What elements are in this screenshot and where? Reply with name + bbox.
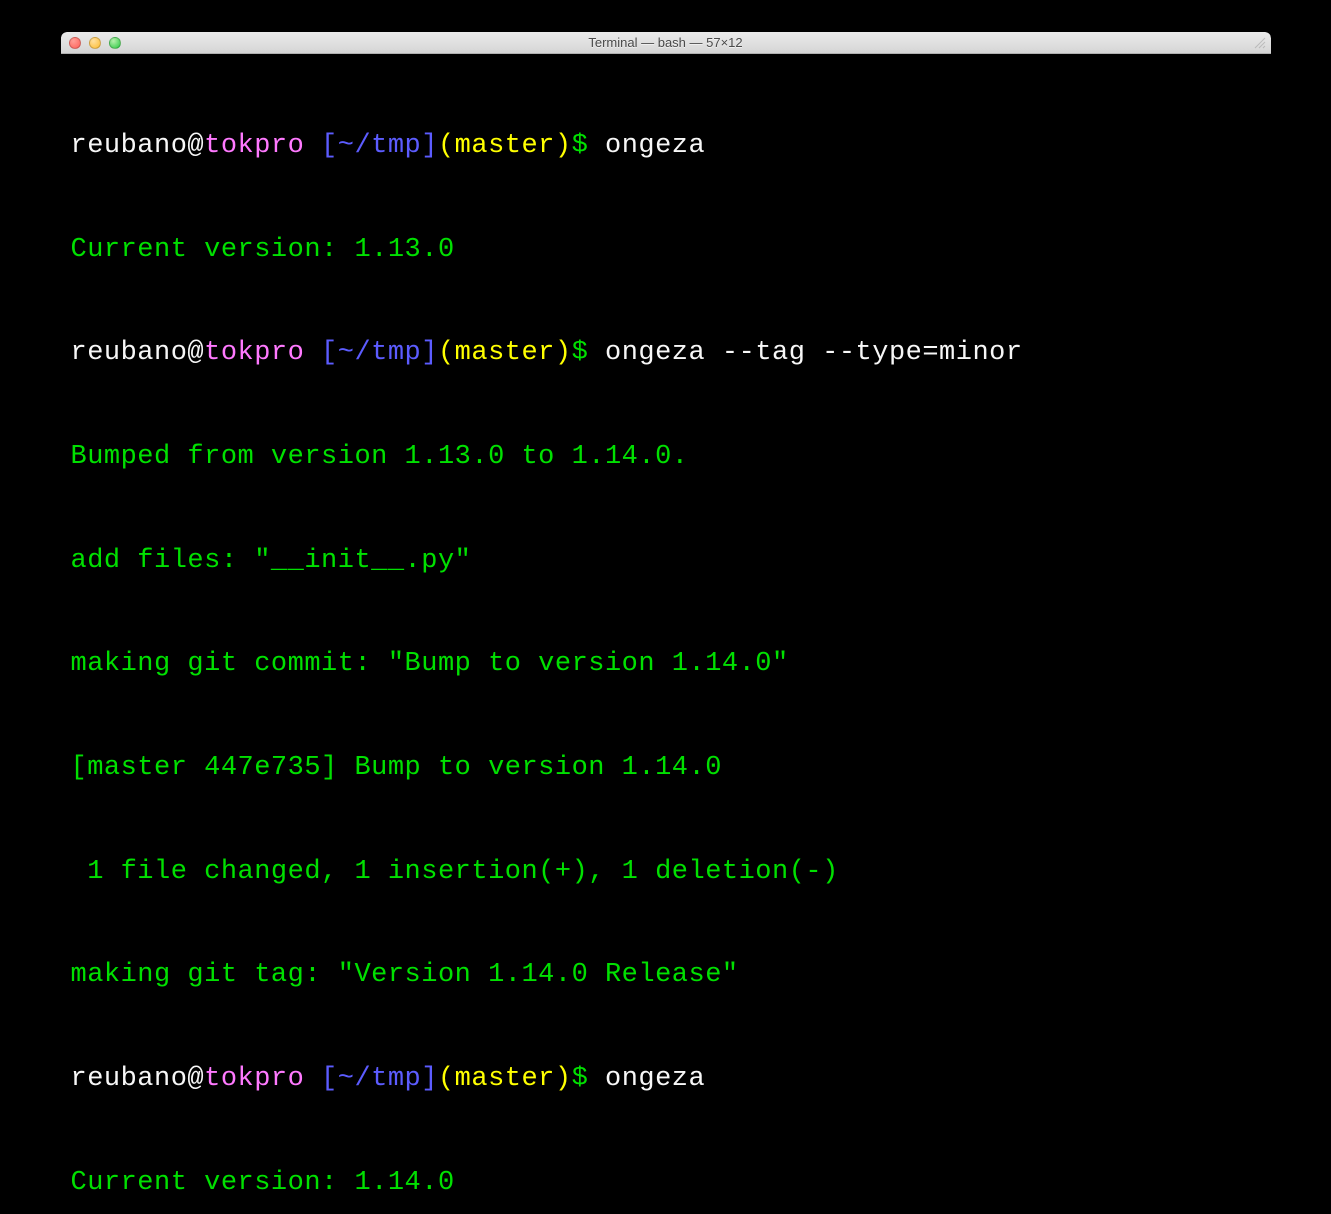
prompt-branch-open: ( [438,131,455,161]
prompt-line: reubano@tokpro [~/tmp](master)$ ongeza [71,1062,1261,1097]
prompt-path: ~/tmp [338,338,422,368]
minimize-icon[interactable] [89,37,101,49]
prompt-path-open: [ [304,131,337,161]
command-text: ongeza [605,131,705,161]
prompt-branch-open: ( [438,1064,455,1094]
titlebar[interactable]: Terminal — bash — 57×12 [61,32,1271,54]
window-title: Terminal — bash — 57×12 [61,35,1271,50]
command-text: ongeza --tag --type=minor [605,338,1023,368]
prompt-host: tokpro [204,131,304,161]
prompt-path-close: ] [421,338,438,368]
output-line: Bumped from version 1.13.0 to 1.14.0. [71,440,1261,475]
prompt-branch: master [455,1064,555,1094]
prompt-branch: master [455,338,555,368]
resize-icon[interactable] [1253,36,1267,50]
prompt-dollar: $ [572,1064,605,1094]
output-line: Current version: 1.14.0 [71,1166,1261,1201]
prompt-host: tokpro [204,338,304,368]
terminal-window: Terminal — bash — 57×12 reubano@tokpro [… [61,32,1271,1214]
prompt-branch: master [455,131,555,161]
prompt-path-close: ] [421,131,438,161]
prompt-dollar: $ [572,338,605,368]
prompt-host: tokpro [204,1064,304,1094]
output-line: Current version: 1.13.0 [71,233,1261,268]
prompt-user: reubano [71,338,188,368]
traffic-lights [69,37,121,49]
prompt-branch-close: ) [555,338,572,368]
close-icon[interactable] [69,37,81,49]
terminal-body[interactable]: reubano@tokpro [~/tmp](master)$ ongeza C… [61,54,1271,1214]
prompt-path: ~/tmp [338,131,422,161]
output-line: 1 file changed, 1 insertion(+), 1 deleti… [71,855,1261,890]
prompt-line: reubano@tokpro [~/tmp](master)$ ongeza [71,129,1261,164]
prompt-at: @ [187,338,204,368]
prompt-branch-close: ) [555,1064,572,1094]
prompt-at: @ [187,131,204,161]
output-line: making git tag: "Version 1.14.0 Release" [71,958,1261,993]
prompt-path-open: [ [304,338,337,368]
command-text: ongeza [605,1064,705,1094]
prompt-path-open: [ [304,1064,337,1094]
prompt-branch-close: ) [555,131,572,161]
prompt-branch-open: ( [438,338,455,368]
maximize-icon[interactable] [109,37,121,49]
prompt-dollar: $ [572,131,605,161]
prompt-user: reubano [71,1064,188,1094]
prompt-line: reubano@tokpro [~/tmp](master)$ ongeza -… [71,336,1261,371]
prompt-path-close: ] [421,1064,438,1094]
output-line: add files: "__init__.py" [71,544,1261,579]
prompt-at: @ [187,1064,204,1094]
output-line: making git commit: "Bump to version 1.14… [71,647,1261,682]
prompt-path: ~/tmp [338,1064,422,1094]
output-line: [master 447e735] Bump to version 1.14.0 [71,751,1261,786]
prompt-user: reubano [71,131,188,161]
